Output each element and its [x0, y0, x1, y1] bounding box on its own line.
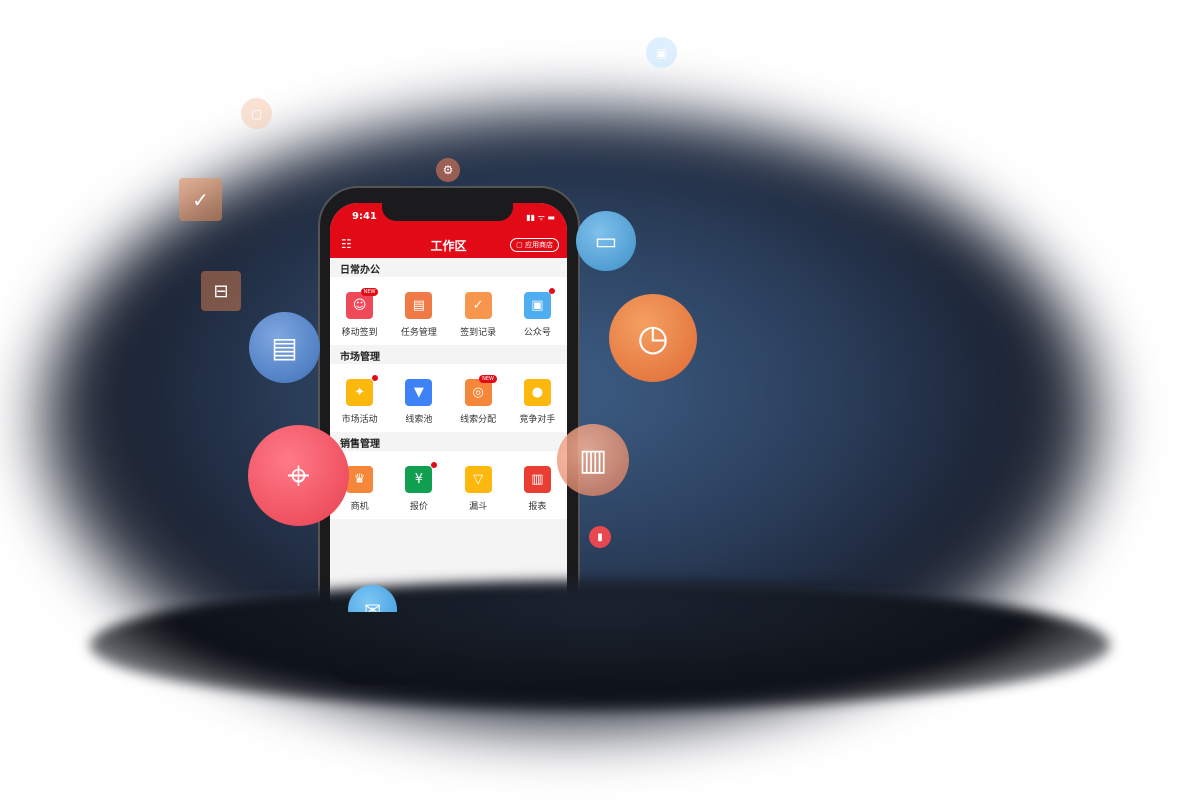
app-store-button[interactable]: ▢ 应用商店 — [510, 238, 559, 252]
app-icon: ◎ — [464, 379, 492, 406]
book-icon: ▮ — [589, 526, 611, 548]
app-label: 任务管理 — [400, 328, 437, 338]
section-title: 日常办公 — [340, 265, 380, 276]
app-icon: ▣ — [523, 292, 551, 319]
app-label: 竞争对手 — [519, 415, 556, 425]
gear-icon: ⚙ — [436, 158, 460, 182]
stage-base — [90, 580, 1110, 710]
location-pin-icon: ⌖ — [248, 425, 349, 526]
app-icon: ✓ — [464, 292, 492, 319]
cabinet-icon: ⊟ — [201, 271, 241, 311]
app-label: 商机 — [350, 502, 369, 512]
notification-dot — [371, 375, 378, 381]
app-grid: ♛ 商机 ¥ 报价 ▽ 漏斗 ▥ 报表 — [330, 451, 567, 519]
document-clock-icon: ◷ — [609, 294, 697, 382]
calendar-check-icon: ✓ — [179, 178, 222, 221]
app-icon: ✦ — [346, 379, 374, 406]
app-icon: ¥ — [405, 466, 433, 493]
receipt-icon: ▥ — [557, 424, 629, 496]
app-item[interactable]: ✓ 签到记录 — [449, 277, 508, 345]
phone-notch — [382, 203, 513, 221]
app-grid: ☺ NEW 移动签到 ▤ 任务管理 ✓ 签到记录 ▣ 公众号 — [330, 277, 567, 345]
app-item[interactable]: ¥ 报价 — [389, 451, 448, 519]
presentation-board-icon: ▭ — [576, 211, 636, 271]
app-icon: ▽ — [464, 466, 492, 493]
app-label: 线索分配 — [460, 415, 497, 425]
card-icon: ▢ — [241, 98, 272, 129]
app-icon: ▥ — [523, 466, 551, 493]
app-item[interactable]: ▣ 公众号 — [508, 277, 567, 345]
app-item[interactable]: ▼ 线索池 — [389, 364, 448, 432]
app-label: 线索池 — [405, 415, 433, 425]
app-label: 公众号 — [523, 328, 551, 338]
app-label: 报表 — [528, 502, 547, 512]
app-label: 移动签到 — [341, 328, 378, 338]
app-label: 报价 — [409, 502, 428, 512]
app-item[interactable]: ◎ NEW 线索分配 — [449, 364, 508, 432]
app-label: 市场活动 — [341, 415, 378, 425]
notification-dot — [430, 462, 437, 468]
app-icon: ▤ — [405, 292, 433, 319]
app-item[interactable]: ▽ 漏斗 — [449, 451, 508, 519]
app-grid: ✦ 市场活动 ▼ 线索池 ◎ NEW 线索分配 ● 竞争对手 — [330, 364, 567, 432]
app-screen: 9:41 ▮▮ ᯤ ▬ ☷ 工作区 ▢ 应用商店 日常办公 ☺ NEW 移动签到 ▤ 任务… — [330, 203, 567, 623]
app-label: 签到记录 — [460, 328, 497, 338]
app-item[interactable]: ☺ NEW 移动签到 — [330, 277, 389, 345]
app-icon: ● — [523, 379, 551, 406]
section-title: 市场管理 — [340, 352, 380, 363]
notification-dot — [549, 288, 556, 294]
app-icon: ▼ — [405, 379, 433, 406]
app-icon: ♛ — [346, 466, 374, 493]
app-item[interactable]: ✦ 市场活动 — [330, 364, 389, 432]
section-title: 销售管理 — [340, 439, 380, 450]
app-item[interactable]: ● 竞争对手 — [508, 364, 567, 432]
app-item[interactable]: ▤ 任务管理 — [389, 277, 448, 345]
new-badge: NEW — [360, 288, 379, 296]
contact-icon: ▣ — [646, 37, 677, 68]
app-label: 漏斗 — [469, 502, 488, 512]
status-icons: ▮▮ ᯤ ▬ — [526, 213, 555, 222]
document-location-icon: ▤ — [249, 312, 320, 383]
app-icon: ☺ — [346, 292, 374, 319]
status-time: 9:41 — [352, 211, 377, 222]
new-badge: NEW — [479, 375, 497, 383]
